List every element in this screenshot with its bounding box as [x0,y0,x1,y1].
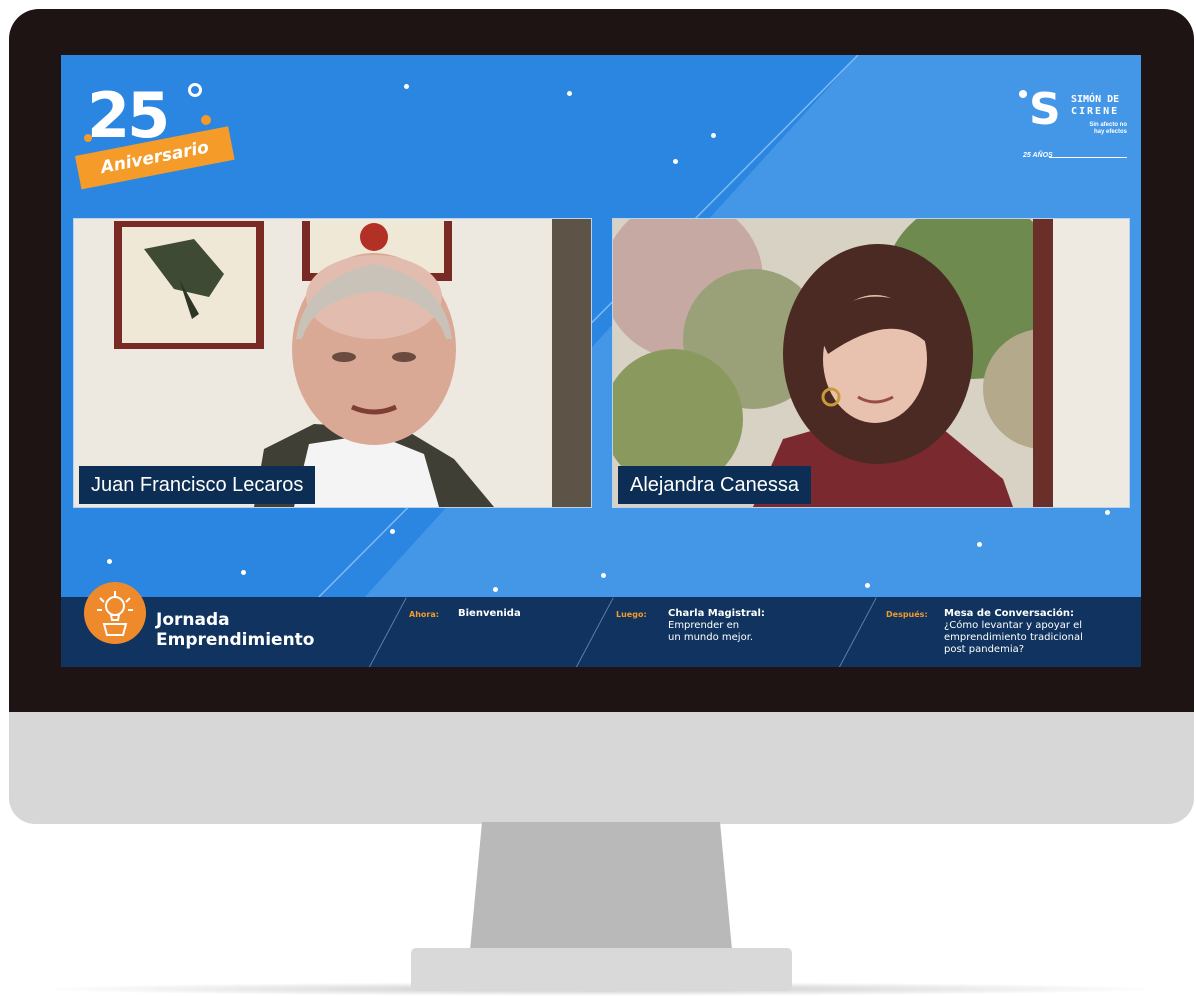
brand-name-line1: SIMÓN DE [1071,94,1120,105]
brand-tagline-line2: hay efectos [1093,129,1127,135]
sparkle-dot [493,587,498,592]
video-call-screen: 25 Aniversario S SIMÓN DE CIRENE Sin afe… [61,55,1141,667]
degree-mark [188,83,202,97]
sparkle-dot [567,91,572,96]
sparkle-dot [977,542,982,547]
sparkle-dot [1105,510,1110,515]
brand-initial: S [1029,84,1061,135]
participant-video-feed [613,219,1129,507]
anniversary-number: 25 [87,79,170,152]
next-title: Charla Magistral: [668,608,765,619]
lightbulb-plant-icon [84,582,146,644]
participant-video-right[interactable]: Alejandra Canessa [612,218,1130,508]
participant-name-tag: Alejandra Canessa [618,466,811,504]
after-line1: ¿Cómo levantar y apoyar el [944,620,1083,631]
after-line3: post pandemia? [944,644,1025,655]
participant-video-feed [74,219,591,507]
event-title-line2: Emprendimiento [156,630,315,650]
sparkle-dot [601,573,606,578]
after-title: Mesa de Conversación: [944,608,1074,619]
brand-logo: S SIMÓN DE CIRENE Sin afecto no hay efec… [1019,88,1129,168]
brand-divider [1049,157,1127,158]
event-title-line1: Jornada [156,610,230,630]
next-line1: Emprender en [668,620,740,631]
sparkle-dot [404,84,409,89]
brand-tagline-line1: Sin afecto no [1089,122,1127,128]
sparkle-dot [107,559,112,564]
next-label: Luego: [616,610,647,619]
after-label: Después: [886,610,928,619]
monitor-chin [9,712,1194,824]
next-info: Charla Magistral: Emprender en un mundo … [668,608,765,644]
next-line2: un mundo mejor. [668,632,754,643]
after-line2: emprendimiento tradicional [944,632,1083,643]
sparkle-dot [711,133,716,138]
brand-name: SIMÓN DE CIRENE [1071,94,1119,118]
brand-tagline: Sin afecto no hay efectos [1073,122,1127,136]
logo-dot [201,115,211,125]
sparkle-dot [241,570,246,575]
now-value: Bienvenida [458,608,521,619]
monitor-stand-base [411,948,792,991]
brand-dot [1019,90,1027,98]
now-label: Ahora: [409,610,439,619]
event-title: Jornada Emprendimiento [156,610,315,650]
sparkle-dot [865,583,870,588]
after-info: Mesa de Conversación: ¿Cómo levantar y a… [944,608,1083,656]
brand-name-line2: CIRENE [1071,106,1120,117]
sparkle-dot [673,159,678,164]
participant-name-tag: Juan Francisco Lecaros [79,466,316,504]
sparkle-dot [390,529,395,534]
participant-video-left[interactable]: Juan Francisco Lecaros [73,218,592,508]
monitor-stand-neck [470,822,732,950]
